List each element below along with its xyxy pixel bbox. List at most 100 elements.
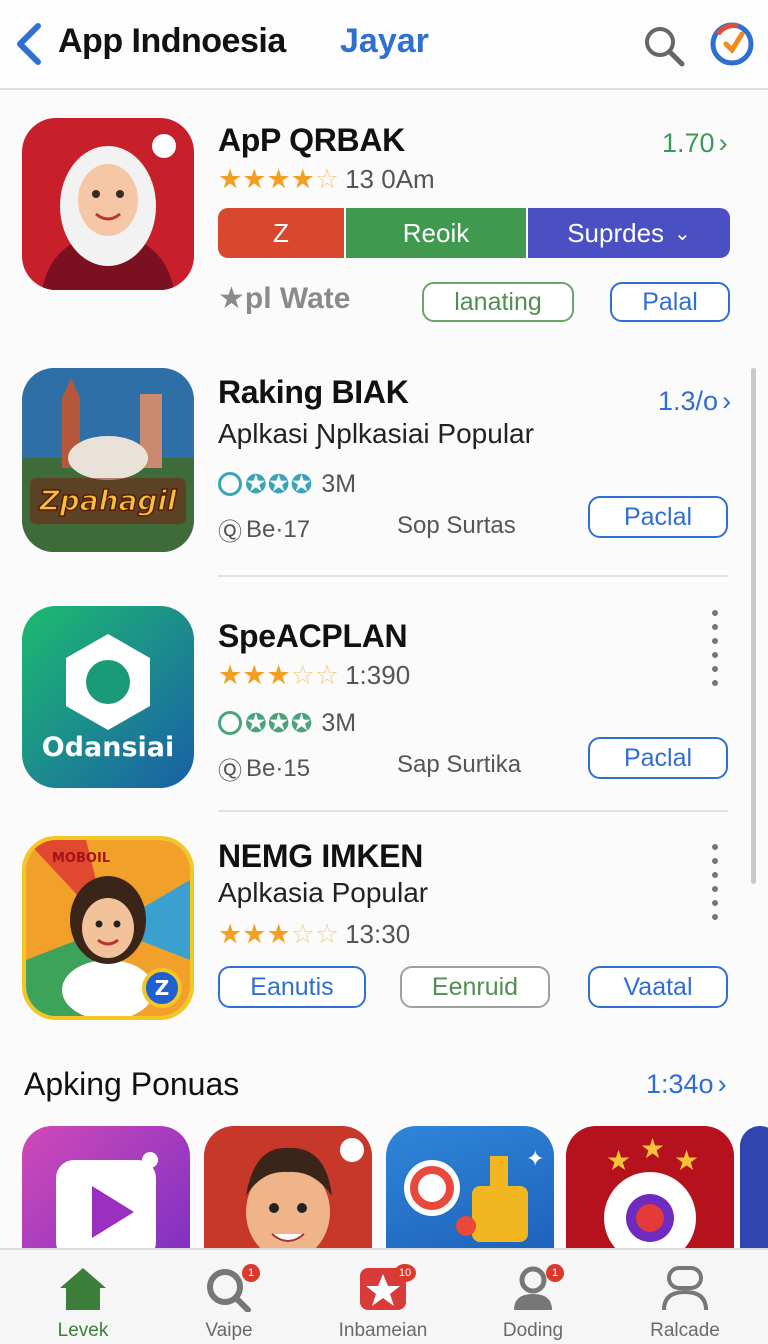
star-icon: ✪ bbox=[245, 708, 267, 738]
app-version[interactable]: 1.3/o › bbox=[658, 386, 731, 417]
segment-z[interactable]: Z bbox=[218, 208, 344, 258]
app-tile[interactable] bbox=[22, 1126, 190, 1266]
download-count: 3M bbox=[321, 469, 357, 498]
search-icon[interactable] bbox=[642, 24, 686, 68]
app-badge-text: Z bbox=[155, 976, 170, 1000]
app-meta: Ⓠ Be·17 bbox=[218, 512, 310, 547]
app-version[interactable]: 1.70 › bbox=[662, 128, 728, 159]
star-icon: ✪ bbox=[267, 708, 290, 738]
tab-label: Doding bbox=[502, 1320, 564, 1341]
segmented-control: Z Reoik Suprdes ⌄ bbox=[218, 208, 730, 258]
star-icon: ★ bbox=[242, 164, 267, 194]
tab-vaipe[interactable]: 1 Vaipe bbox=[154, 1250, 304, 1344]
search-badge-icon: Ⓠ bbox=[218, 758, 242, 785]
header-link[interactable]: Jayar bbox=[340, 22, 429, 61]
star-half-icon: ☆ bbox=[290, 660, 315, 690]
notification-badge: 10 bbox=[394, 1264, 416, 1282]
vaatal-button[interactable]: Vaatal bbox=[588, 966, 728, 1008]
star-rating: ★ ★ ★ ★ ☆ 13 0Am bbox=[218, 164, 435, 195]
tab-inbameian[interactable]: 10 Inbameian bbox=[308, 1250, 458, 1344]
more-options-icon[interactable] bbox=[710, 840, 720, 924]
segment-suprdes[interactable]: Suprdes ⌄ bbox=[526, 208, 730, 258]
app-icon-text: Zpahagil bbox=[38, 484, 177, 517]
star-half-icon: ☆ bbox=[290, 919, 315, 949]
account-icon bbox=[662, 1266, 708, 1311]
app-name[interactable]: SpeACPLAN bbox=[218, 618, 408, 655]
svg-text:★: ★ bbox=[674, 1145, 699, 1176]
chevron-right-icon: › bbox=[718, 128, 728, 158]
app-icon[interactable]: Odansiai bbox=[22, 606, 194, 788]
meta-age: Be·15 bbox=[246, 754, 311, 782]
svg-text:★: ★ bbox=[606, 1145, 631, 1176]
star-icon: ★ bbox=[242, 660, 267, 690]
app-subtitle: Aplkasi Ɲplkasiai Popular bbox=[218, 418, 534, 449]
notification-badge: 1 bbox=[546, 1264, 564, 1282]
tab-label: Ralcade bbox=[650, 1320, 720, 1341]
star-rating: ★ ★ ★ ☆ ☆ 1:390 bbox=[218, 659, 411, 691]
palal-button[interactable]: Palal bbox=[610, 282, 730, 322]
app-name[interactable]: Raking BIAK bbox=[218, 374, 409, 411]
app-label: ★pl Wate bbox=[218, 282, 351, 315]
home-icon bbox=[60, 1268, 106, 1310]
tab-label: Inbameian bbox=[338, 1320, 428, 1341]
divider bbox=[218, 575, 728, 577]
download-count: 3M bbox=[321, 708, 357, 737]
green-rating: ✪ ✪ ✪ 3M bbox=[218, 708, 356, 738]
app-tile[interactable] bbox=[740, 1126, 768, 1266]
chevron-down-icon: ⌄ bbox=[674, 222, 691, 245]
tab-ralcade[interactable]: Ralcade bbox=[610, 1250, 760, 1344]
profile-icon[interactable] bbox=[708, 20, 756, 68]
star-icon: ★ bbox=[218, 919, 243, 949]
app-name[interactable]: NEMG IMKEN bbox=[218, 838, 423, 875]
paclal-button[interactable]: Paclal bbox=[588, 737, 728, 779]
paclal-button[interactable]: Paclal bbox=[588, 496, 728, 538]
app-icon[interactable] bbox=[22, 118, 194, 290]
svg-text:✦: ✦ bbox=[526, 1146, 544, 1171]
app-meta: Ⓠ Be·15 bbox=[218, 751, 310, 786]
app-tile[interactable] bbox=[204, 1126, 372, 1266]
segment-reoik[interactable]: Reoik bbox=[344, 208, 526, 258]
version-value: 1.3/o bbox=[658, 386, 719, 416]
scrollbar[interactable] bbox=[751, 368, 756, 884]
section-title: Apking Ponuas bbox=[24, 1066, 240, 1102]
star-icon: ★ bbox=[290, 164, 315, 194]
bottom-tab-bar: Levek 1 Vaipe 10 Inbameian 1 Doding Ralc… bbox=[0, 1248, 768, 1344]
star-icon: ✪ bbox=[245, 469, 267, 499]
chevron-right-icon: › bbox=[722, 386, 732, 416]
star-icon: ✪ bbox=[290, 708, 313, 738]
circle-rating-icon bbox=[218, 711, 242, 735]
star-rating: ★ ★ ★ ☆ ☆ 13:30 bbox=[218, 918, 411, 950]
rating-count: 13:30 bbox=[345, 918, 411, 949]
eenruid-button[interactable]: Eenruid bbox=[400, 966, 550, 1008]
svg-text:★: ★ bbox=[640, 1133, 665, 1164]
section-link-text: 1:34o bbox=[646, 1069, 714, 1099]
tab-label: Vaipe bbox=[205, 1320, 253, 1341]
star-icon: ✪ bbox=[290, 469, 313, 499]
top-bar: App Indnoesia Jayar bbox=[0, 0, 768, 90]
star-icon: ★ bbox=[266, 660, 291, 690]
app-meta-extra: Sap Surtika bbox=[397, 751, 522, 778]
section-see-all[interactable]: 1:34o › bbox=[646, 1069, 727, 1100]
lanating-button[interactable]: lanating bbox=[422, 282, 574, 322]
circle-rating-icon bbox=[218, 472, 242, 496]
video-icon bbox=[56, 1152, 158, 1260]
star-outline-icon: ☆ bbox=[314, 919, 340, 949]
app-icon[interactable]: MOBOIL Z bbox=[22, 836, 194, 1020]
tab-label: Levek bbox=[57, 1320, 109, 1341]
more-options-icon[interactable] bbox=[710, 606, 720, 690]
page-title: App Indnoesia bbox=[58, 22, 286, 60]
app-tile[interactable]: ★ ★ ★ bbox=[566, 1126, 734, 1266]
app-tile[interactable]: ✦ bbox=[386, 1126, 554, 1266]
chevron-right-icon: › bbox=[717, 1069, 727, 1099]
eanutis-button[interactable]: Eanutis bbox=[218, 966, 366, 1008]
app-name[interactable]: ApP QRBAK bbox=[218, 122, 405, 159]
rating-count: 1:390 bbox=[345, 659, 411, 690]
segment-label: Suprdes bbox=[567, 217, 665, 248]
tab-levek[interactable]: Levek bbox=[8, 1250, 158, 1344]
app-meta-extra: Sop Surtas bbox=[397, 512, 516, 539]
tab-doding[interactable]: 1 Doding bbox=[458, 1250, 608, 1344]
notification-badge: 1 bbox=[242, 1264, 260, 1282]
chevron-left-icon[interactable] bbox=[14, 22, 44, 66]
divider bbox=[218, 810, 728, 812]
app-icon[interactable]: Zpahagil bbox=[22, 368, 194, 552]
